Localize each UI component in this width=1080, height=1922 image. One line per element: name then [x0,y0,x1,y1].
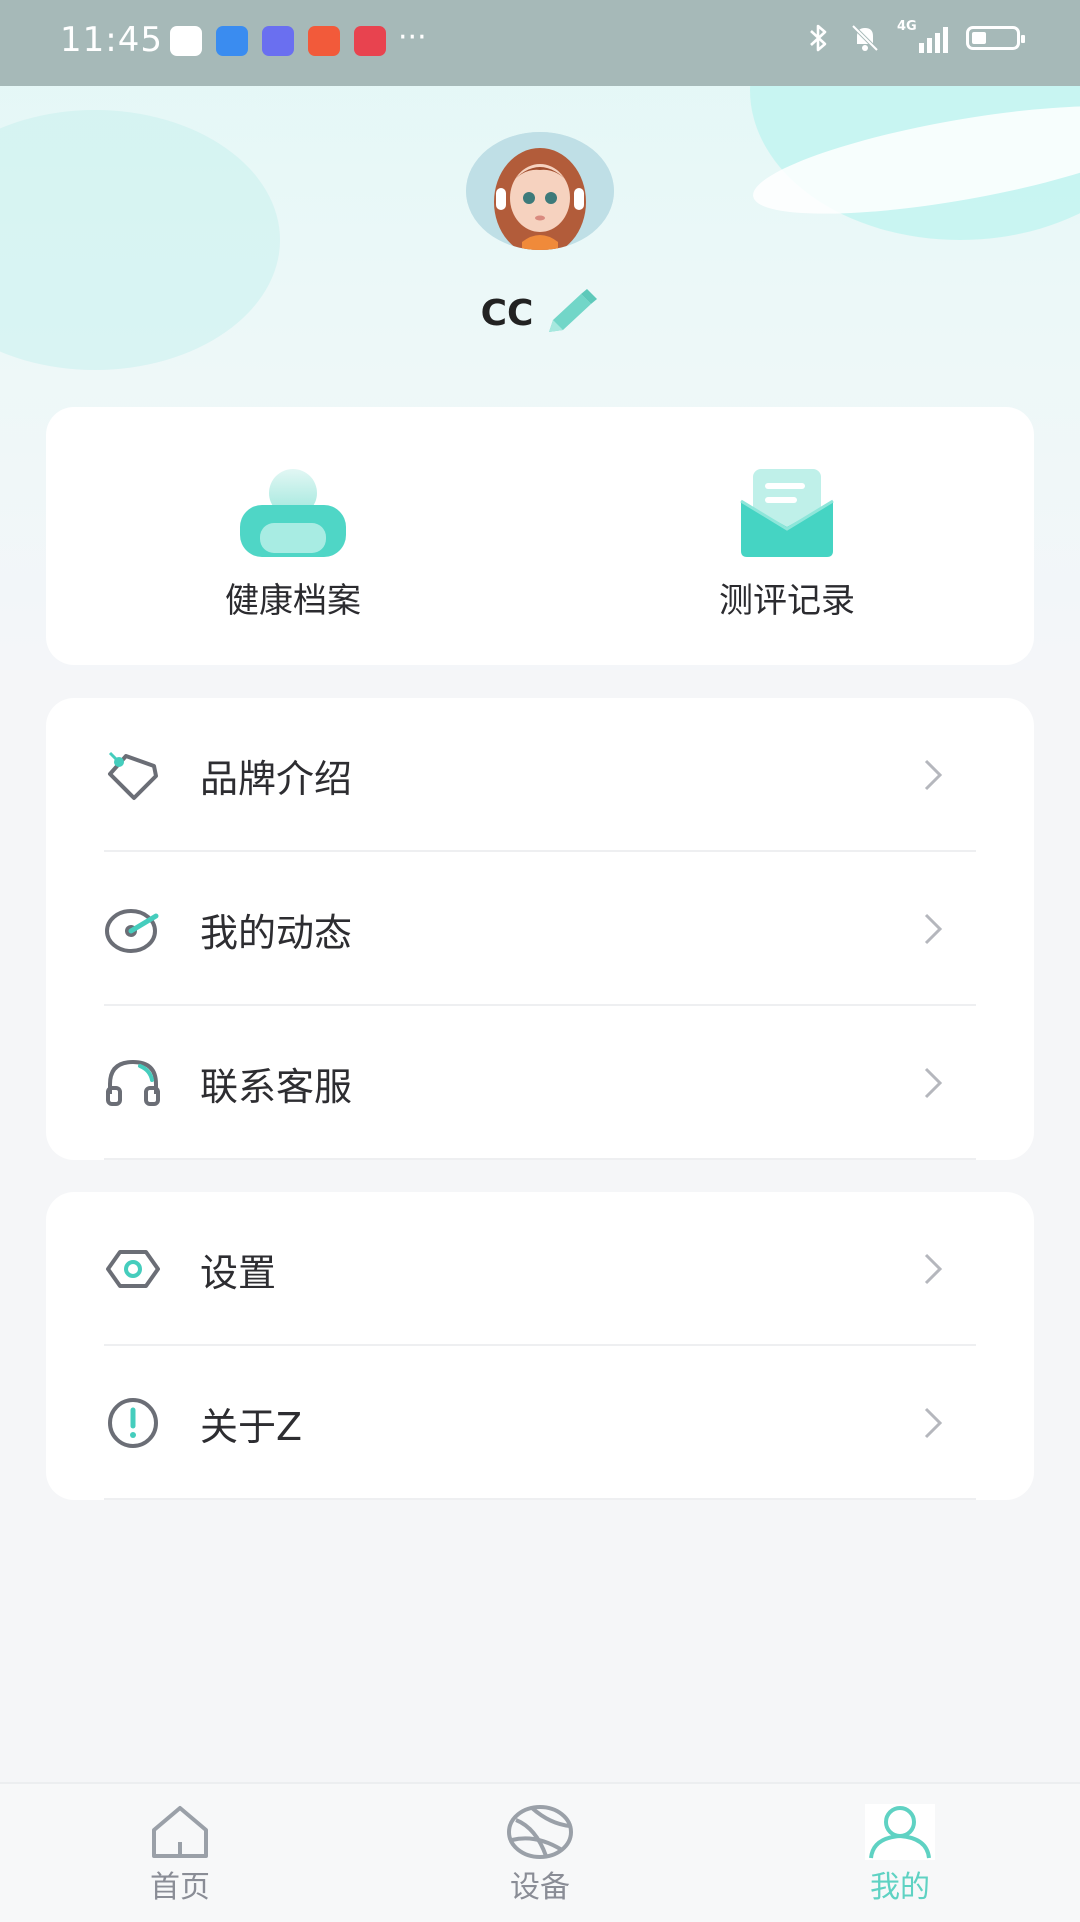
network-label: 4G [897,19,917,34]
divider [104,1498,976,1500]
menu-item-label: 品牌介绍 [200,756,353,801]
health-record-button[interactable]: 健康档案 [46,407,540,665]
chevron-right-icon [924,1407,943,1439]
menu-group-1: 品牌介绍 我的动态 联系客服 [46,698,1034,1160]
health-record-icon [240,469,346,557]
menu-item-customer-service[interactable]: 联系客服 [46,1006,1034,1160]
chevron-right-icon [924,759,943,791]
pencil-icon[interactable] [543,288,599,338]
status-bar: 11:45 ··· 4G [0,0,1080,86]
settings-icon [106,1250,160,1288]
mute-bell-icon [851,24,879,52]
chevron-right-icon [924,1067,943,1099]
menu-item-brand-intro[interactable]: 品牌介绍 [46,698,1034,852]
cloud-notification-icon [216,26,248,56]
mail-notification-icon [170,26,202,56]
menu-item-label: 设置 [200,1250,277,1295]
activity-icon [105,909,159,953]
menu-item-settings[interactable]: 设置 [46,1192,1034,1346]
chevron-right-icon [924,913,943,945]
username: CC [480,292,534,334]
tag-icon [108,751,158,800]
music-notification-icon [262,26,294,56]
tab-device[interactable]: 设备 [360,1784,720,1922]
menu-item-my-activity[interactable]: 我的动态 [46,852,1034,1006]
system-icons: 4G [807,19,1025,54]
bluetooth-icon [810,24,827,52]
tab-home[interactable]: 首页 [0,1784,360,1922]
notification-icons [170,26,386,56]
quick-actions-card: 健康档案 测评记录 [46,407,1034,665]
tab-profile[interactable]: 我的 [720,1784,1080,1922]
chevron-right-icon [924,1253,943,1285]
divider [104,1158,976,1160]
menu-item-label: 关于Z [200,1404,303,1449]
avatar[interactable] [466,132,614,250]
book-notification-icon [354,26,386,56]
tab-label: 首页 [150,1870,210,1905]
health-record-label: 健康档案 [225,581,361,621]
status-time: 11:45 [60,20,163,60]
tab-label: 我的 [870,1870,930,1905]
device-icon [507,1805,573,1859]
menu-item-label: 我的动态 [200,910,353,955]
assessment-record-icon [740,469,834,557]
avatar-image [466,132,614,250]
app-notification-icon [308,26,340,56]
tab-label: 设备 [510,1870,570,1905]
menu-group-2: 设置 关于Z [46,1192,1034,1500]
more-notifications: ··· [398,20,427,55]
headset-icon [106,1059,160,1106]
profile-icon [865,1804,935,1860]
network-signal-icon: 4G [897,19,948,53]
assessment-record-label: 测评记录 [719,581,855,621]
info-icon [108,1398,158,1448]
battery-icon [966,26,1025,50]
home-icon [152,1806,208,1858]
username-row: CC [0,288,1080,338]
menu-item-about[interactable]: 关于Z [46,1346,1034,1500]
assessment-record-button[interactable]: 测评记录 [540,407,1034,665]
menu-item-label: 联系客服 [200,1064,353,1109]
bottom-tab-bar: 首页 设备 我的 [0,1782,1080,1922]
